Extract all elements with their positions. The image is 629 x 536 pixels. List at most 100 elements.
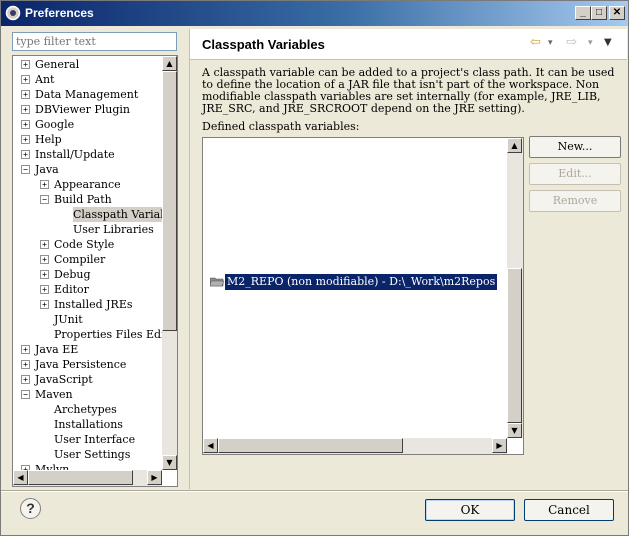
collapse-icon[interactable]: − <box>21 390 30 399</box>
expand-icon[interactable]: + <box>21 75 30 84</box>
tree-horizontal-scrollbar[interactable]: ◀ ▶ <box>13 470 162 486</box>
tree-item[interactable]: + DBViewer Plugin <box>13 102 162 117</box>
help-icon[interactable]: ? <box>20 498 41 519</box>
expand-icon[interactable]: + <box>40 255 49 264</box>
scroll-right-arrow-icon[interactable]: ▶ <box>492 438 507 453</box>
tree-item[interactable]: + Ant <box>13 72 162 87</box>
expand-icon[interactable]: + <box>40 300 49 309</box>
expand-icon[interactable]: + <box>21 135 30 144</box>
tree-item[interactable]: + Help <box>13 132 162 147</box>
expand-icon[interactable]: + <box>40 285 49 294</box>
new-button[interactable]: New... <box>529 136 621 158</box>
expand-icon[interactable]: + <box>21 150 30 159</box>
tree-item-label: Installations <box>54 418 123 431</box>
scroll-up-arrow-icon[interactable]: ▲ <box>507 138 522 153</box>
expand-icon[interactable]: + <box>21 90 30 99</box>
cancel-button[interactable]: Cancel <box>524 499 614 521</box>
tree-item[interactable]: + Java EE <box>13 342 162 357</box>
expand-icon[interactable]: + <box>21 120 30 129</box>
tree-item[interactable]: User Libraries <box>13 222 162 237</box>
expand-icon[interactable]: + <box>40 270 49 279</box>
filter-input[interactable] <box>12 32 177 51</box>
collapse-icon[interactable]: − <box>21 165 30 174</box>
tree-item[interactable]: User Interface <box>13 432 162 447</box>
expand-icon[interactable]: + <box>21 105 30 114</box>
tree-item[interactable]: User Settings <box>13 447 162 462</box>
hscroll-thumb[interactable] <box>218 438 403 453</box>
hscroll-thumb[interactable] <box>28 470 133 485</box>
view-menu-icon[interactable]: ▼ <box>604 36 612 50</box>
scroll-left-arrow-icon[interactable]: ◀ <box>13 470 28 485</box>
list-horizontal-scrollbar[interactable]: ◀ ▶ <box>203 438 507 454</box>
expand-icon[interactable]: + <box>40 180 49 189</box>
tree-item[interactable]: + Compiler <box>13 252 162 267</box>
tree-item-label: User Settings <box>54 448 131 461</box>
tree-item[interactable]: + Appearance <box>13 177 162 192</box>
page-body: A classpath variable can be added to a p… <box>190 59 627 489</box>
tree-item[interactable]: Archetypes <box>13 402 162 417</box>
tree-item[interactable]: − Java <box>13 162 162 177</box>
back-menu-chevron-icon[interactable]: ▾ <box>548 36 553 50</box>
list-vertical-scrollbar[interactable]: ▲ ▼ <box>507 138 523 438</box>
ok-button[interactable]: OK <box>425 499 515 521</box>
folder-icon <box>210 277 224 287</box>
expand-icon[interactable]: + <box>21 60 30 69</box>
edit-button[interactable]: Edit... <box>529 163 621 185</box>
scroll-left-arrow-icon[interactable]: ◀ <box>203 438 218 453</box>
tree-item[interactable]: + Code Style <box>13 237 162 252</box>
expand-icon[interactable]: + <box>21 360 30 369</box>
classpath-variables-list[interactable]: M2_REPO (non modifiable) - D:\_Work\m2Re… <box>202 137 524 455</box>
tree-item[interactable]: + Editor <box>13 282 162 297</box>
tree-item-label: Archetypes <box>54 403 117 416</box>
back-arrow-icon[interactable]: ⇦ <box>530 36 541 50</box>
tree-item[interactable]: + Install/Update <box>13 147 162 162</box>
scroll-right-arrow-icon[interactable]: ▶ <box>147 470 162 485</box>
tree-item-label: Java EE <box>35 343 79 356</box>
tree-item-label: Mylyn <box>35 463 70 470</box>
scroll-thumb[interactable] <box>507 268 522 423</box>
tree-item[interactable]: − Build Path <box>13 192 162 207</box>
tree-item[interactable]: Properties Files Editor <box>13 327 162 342</box>
expand-icon[interactable]: + <box>40 240 49 249</box>
minimize-button[interactable]: _ <box>575 6 591 20</box>
forward-menu-chevron-icon[interactable]: ▾ <box>588 36 593 50</box>
variable-entry[interactable]: M2_REPO (non modifiable) - D:\_Work\m2Re… <box>225 274 498 290</box>
tree-item-label: Editor <box>54 283 89 296</box>
tree-item[interactable]: + Debug <box>13 267 162 282</box>
tree-item[interactable]: Installations <box>13 417 162 432</box>
page-area: Classpath Variables ⇦ ▾ ⇨ ▾ ▼ A classpat… <box>189 29 627 489</box>
eclipse-gear-icon <box>5 5 21 21</box>
tree-item-label: Install/Update <box>35 148 115 161</box>
forward-arrow-icon[interactable]: ⇨ <box>566 36 577 50</box>
tree-item[interactable]: − Maven <box>13 387 162 402</box>
collapse-icon[interactable]: − <box>40 195 49 204</box>
tree-item[interactable]: + Data Management <box>13 87 162 102</box>
expand-icon[interactable]: + <box>21 375 30 384</box>
tree-vertical-scrollbar[interactable]: ▲ ▼ <box>162 56 177 470</box>
tree-item[interactable]: + Google <box>13 117 162 132</box>
preferences-dialog: Preferences _ □ ✕ + General + Ant + Data Mana… <box>0 0 629 536</box>
expand-icon[interactable]: + <box>21 345 30 354</box>
tree-item-label: JavaScript <box>35 373 93 386</box>
remove-button[interactable]: Remove <box>529 190 621 212</box>
tree-item[interactable]: + Installed JREs <box>13 297 162 312</box>
tree-item-label: Installed JREs <box>54 298 133 311</box>
scroll-up-arrow-icon[interactable]: ▲ <box>162 56 177 71</box>
scroll-down-arrow-icon[interactable]: ▼ <box>507 423 522 438</box>
tree-item[interactable]: + Mylyn <box>13 462 162 470</box>
tree-item[interactable]: + Java Persistence <box>13 357 162 372</box>
scroll-thumb[interactable] <box>162 71 177 331</box>
tree-item[interactable]: + General <box>13 57 162 72</box>
tree-item[interactable]: + JavaScript <box>13 372 162 387</box>
maximize-button[interactable]: □ <box>591 6 607 20</box>
tree-item-label: Properties Files Editor <box>54 328 162 341</box>
tree-item[interactable]: JUnit <box>13 312 162 327</box>
scroll-down-arrow-icon[interactable]: ▼ <box>162 455 177 470</box>
page-title: Classpath Variables <box>202 37 325 52</box>
window-title: Preferences <box>25 6 94 20</box>
tree-item[interactable]: Classpath Variables <box>13 207 162 222</box>
title-bar[interactable]: Preferences _ □ ✕ <box>1 1 628 26</box>
tree-item-label: User Interface <box>54 433 136 446</box>
tree-item-label: Java <box>35 163 59 176</box>
close-button[interactable]: ✕ <box>609 6 625 20</box>
